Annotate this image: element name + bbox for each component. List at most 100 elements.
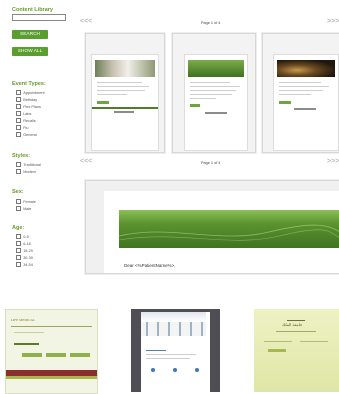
cta-button bbox=[190, 104, 200, 107]
age-option[interactable]: 6-18 bbox=[16, 240, 31, 247]
text-line bbox=[14, 332, 44, 333]
template-card[interactable] bbox=[85, 33, 165, 153]
checkbox[interactable] bbox=[16, 233, 22, 240]
event-types-heading: Event Types: bbox=[12, 81, 46, 87]
checkbox[interactable] bbox=[16, 247, 22, 254]
event-type-option[interactable]: Flu bbox=[16, 124, 29, 131]
age-option[interactable]: 34-54 bbox=[16, 261, 33, 268]
footer-logo bbox=[294, 108, 316, 110]
show-all-button[interactable]: SHOW ALL bbox=[12, 47, 48, 56]
age-heading: Age: bbox=[12, 225, 25, 231]
logo-text: جامعة الملك bbox=[282, 322, 303, 327]
age-option-label: 6-18 bbox=[23, 241, 31, 246]
divider bbox=[11, 326, 92, 327]
event-type-option[interactable]: Recalls bbox=[16, 117, 36, 124]
wave-decoration bbox=[119, 224, 339, 241]
checkbox[interactable] bbox=[16, 261, 22, 268]
template-thumbnail[interactable] bbox=[131, 309, 220, 392]
carousel1-next-arrow[interactable]: >>> bbox=[327, 18, 339, 25]
doctors-team-photo bbox=[141, 312, 206, 336]
text-line bbox=[97, 86, 149, 87]
event-type-option[interactable]: General bbox=[16, 131, 37, 138]
checkbox[interactable] bbox=[16, 124, 22, 131]
event-type-option-label: Appointment bbox=[23, 90, 45, 95]
logo-emblem bbox=[287, 314, 305, 321]
carousel1-prev-arrow[interactable]: <<< bbox=[80, 18, 92, 25]
green-header-banner bbox=[119, 210, 339, 248]
template-page bbox=[184, 54, 248, 151]
footer-bar bbox=[92, 107, 158, 109]
checkbox[interactable] bbox=[16, 254, 22, 261]
carousel2-prev-arrow[interactable]: <<< bbox=[80, 158, 92, 165]
thumb-button bbox=[70, 353, 90, 357]
thumb-button bbox=[22, 353, 42, 357]
title-bar bbox=[14, 343, 39, 345]
template-card[interactable] bbox=[262, 33, 339, 153]
event-type-option-label: General bbox=[23, 132, 37, 137]
style-option-label: Traditional bbox=[23, 162, 41, 167]
checkbox[interactable] bbox=[16, 89, 22, 96]
event-type-option[interactable]: Birthday bbox=[16, 96, 37, 103]
text-line bbox=[190, 90, 236, 91]
sex-option-label: Female bbox=[23, 199, 36, 204]
green-header bbox=[188, 60, 244, 77]
cta-button bbox=[97, 101, 109, 104]
event-type-option[interactable]: Appointment bbox=[16, 89, 45, 96]
doctor-photo bbox=[95, 60, 155, 77]
checkbox[interactable] bbox=[16, 205, 22, 212]
thumb-page bbox=[141, 312, 210, 392]
text-line bbox=[276, 331, 316, 332]
event-type-option-label: Recalls bbox=[23, 118, 36, 123]
blue-icon bbox=[173, 368, 177, 372]
checkbox[interactable] bbox=[16, 103, 22, 110]
checkbox[interactable] bbox=[16, 96, 22, 103]
checkbox[interactable] bbox=[16, 161, 22, 168]
logo-text: LIFE MEDICAL bbox=[11, 318, 36, 322]
checkbox[interactable] bbox=[16, 110, 22, 117]
text-line bbox=[264, 341, 292, 342]
preview-greeting: Dear <%PatientName%>, bbox=[124, 263, 176, 268]
cta-button bbox=[279, 101, 291, 104]
template-card[interactable] bbox=[172, 33, 256, 153]
sex-option[interactable]: Female bbox=[16, 198, 36, 205]
carousel2-next-arrow[interactable]: >>> bbox=[327, 158, 339, 165]
checkbox[interactable] bbox=[16, 240, 22, 247]
age-option-label: 30-39 bbox=[23, 255, 33, 260]
text-line bbox=[146, 350, 166, 351]
age-option[interactable]: 30-39 bbox=[16, 254, 33, 261]
thumb-button bbox=[268, 349, 286, 352]
event-type-option-label: Flu bbox=[23, 125, 29, 130]
text-line bbox=[190, 86, 240, 87]
content-library-title: Content Library bbox=[12, 7, 53, 13]
event-type-option[interactable]: Labs bbox=[16, 110, 31, 117]
event-type-option[interactable]: Flex Plans bbox=[16, 103, 41, 110]
search-input[interactable] bbox=[12, 14, 66, 21]
text-line bbox=[279, 90, 323, 91]
checkbox[interactable] bbox=[16, 198, 22, 205]
checkbox[interactable] bbox=[16, 117, 22, 124]
text-line bbox=[146, 358, 190, 359]
checkbox[interactable] bbox=[16, 131, 22, 138]
template-preview-large[interactable]: Dear <%PatientName%>, bbox=[85, 180, 339, 274]
text-line bbox=[146, 354, 196, 355]
template-page bbox=[273, 54, 339, 151]
sex-option[interactable]: Male bbox=[16, 205, 31, 212]
thumb-page: LIFE MEDICAL bbox=[6, 310, 97, 393]
age-option-label: 34-54 bbox=[23, 262, 33, 267]
text-line bbox=[190, 82, 230, 83]
template-thumbnail[interactable]: LIFE MEDICAL bbox=[5, 309, 98, 394]
age-option-label: 0-5 bbox=[23, 234, 29, 239]
age-option[interactable]: 0-5 bbox=[16, 233, 29, 240]
footer-logo bbox=[114, 111, 134, 113]
search-button[interactable]: SEARCH bbox=[12, 30, 48, 39]
template-thumbnail[interactable]: جامعة الملك bbox=[254, 309, 339, 392]
style-option[interactable]: Traditional bbox=[16, 161, 41, 168]
footer-logo bbox=[205, 112, 227, 114]
style-option[interactable]: Modern bbox=[16, 168, 36, 175]
thumb-page: جامعة الملك bbox=[254, 309, 339, 392]
checkbox[interactable] bbox=[16, 168, 22, 175]
text-line bbox=[279, 86, 329, 87]
styles-heading: Styles: bbox=[12, 153, 31, 159]
text-line bbox=[97, 82, 142, 83]
age-option[interactable]: 18-29 bbox=[16, 247, 33, 254]
